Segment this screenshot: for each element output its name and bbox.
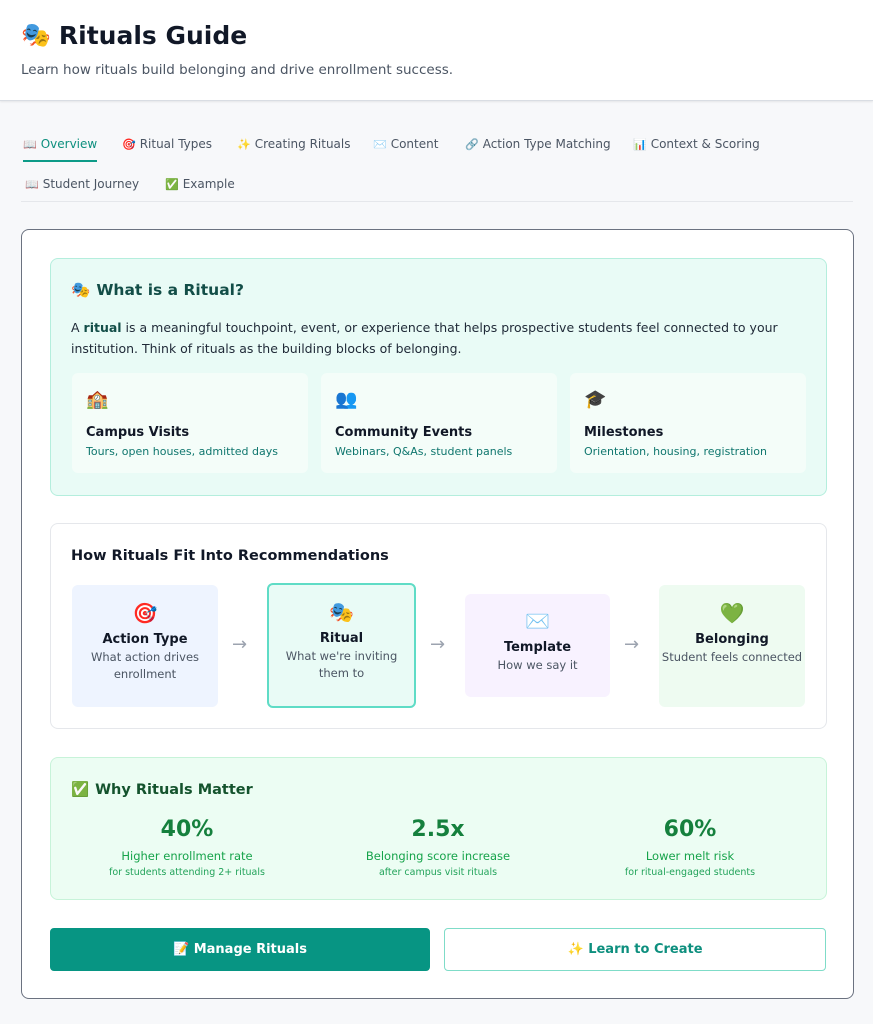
arrow-right-icon: → (430, 634, 446, 655)
tab-context-scoring[interactable]: 📊 Context & Scoring (633, 126, 760, 162)
people-icon: 👥 (335, 389, 358, 409)
tab-action-type-matching[interactable]: 🔗 Action Type Matching (465, 126, 611, 162)
graduation-cap-icon: 🎓 (584, 389, 607, 409)
step-desc: What action drives enrollment (90, 650, 200, 681)
ritual-category-card: 👥 Community Events Webinars, Q&As, stude… (321, 373, 557, 473)
tab-label: Example (182, 177, 235, 191)
stat-value: 60% (663, 817, 717, 842)
page-subtitle: Learn how rituals build belonging and dr… (21, 62, 454, 78)
stat-enrollment: 40% Higher enrollment rate for students … (62, 816, 312, 878)
tab-overview[interactable]: 📖 Overview (23, 126, 98, 162)
stat-value: 2.5x (411, 817, 465, 842)
section-heading: How Rituals Fit Into Recommendations (71, 548, 389, 564)
flow-step-belonging: 💚 Belonging Student feels connected (659, 585, 805, 707)
section-heading-text: Why Rituals Matter (95, 781, 253, 798)
sparkles-icon: ✨ (237, 138, 251, 151)
desc-text: is a meaningful touchpoint, event, or ex… (71, 320, 778, 356)
stat-melt-risk: 60% Lower melt risk for ritual-engaged s… (565, 816, 815, 878)
tab-ritual-types[interactable]: 🎯 Ritual Types (122, 126, 212, 162)
tab-label: Student Journey (42, 177, 140, 191)
section-heading: ✅ Why Rituals Matter (71, 781, 253, 799)
recommendations-flow-section: How Rituals Fit Into Recommendations 🎯 A… (50, 523, 827, 729)
tab-label: Action Type Matching (482, 137, 611, 151)
ritual-category-card: 🏫 Campus Visits Tours, open houses, admi… (72, 373, 308, 473)
theater-masks-icon: 🎭 (71, 281, 91, 299)
what-is-ritual-section: 🎭 What is a Ritual? A ritual is a meanin… (50, 258, 827, 496)
section-heading-text: What is a Ritual? (96, 281, 244, 299)
flow-step-action-type: 🎯 Action Type What action drives enrollm… (72, 585, 218, 707)
check-icon: ✅ (71, 782, 90, 798)
page-title-text: Rituals Guide (58, 21, 248, 50)
tab-content[interactable]: ✉️ Content (373, 126, 438, 162)
stat-sub: for ritual-engaged students (624, 867, 756, 878)
card-desc: Orientation, housing, registration (584, 445, 767, 458)
learn-to-create-button[interactable]: ✨ Learn to Create (444, 928, 826, 971)
step-title: Ritual (319, 631, 364, 646)
button-label: Manage Rituals (193, 942, 307, 957)
envelope-icon: ✉️ (525, 609, 550, 633)
stat-value: 40% (160, 817, 214, 842)
ritual-category-card: 🎓 Milestones Orientation, housing, regis… (570, 373, 806, 473)
page-title: 🎭 Rituals Guide (21, 20, 247, 52)
book-icon: 📖 (25, 178, 39, 191)
stat-label: Lower melt risk (645, 849, 735, 863)
target-icon: 🎯 (132, 601, 158, 625)
bar-chart-icon: 📊 (633, 138, 647, 151)
step-desc: What we're inviting them to (285, 649, 398, 680)
card-title: Community Events (335, 425, 473, 440)
step-title: Action Type (102, 632, 188, 647)
step-desc: Student feels connected (661, 650, 803, 664)
theater-masks-icon: 🎭 (329, 600, 354, 624)
step-title: Belonging (695, 632, 769, 647)
card-desc: Webinars, Q&As, student panels (335, 445, 513, 458)
desc-text: A (71, 320, 84, 335)
theater-masks-icon: 🎭 (21, 22, 51, 49)
button-label: Learn to Create (588, 942, 703, 957)
why-rituals-matter-section: ✅ Why Rituals Matter 40% Higher enrollme… (50, 757, 827, 900)
stat-belonging: 2.5x Belonging score increase after camp… (313, 816, 563, 878)
manage-rituals-button[interactable]: 📝 Manage Rituals (50, 928, 430, 971)
memo-icon: 📝 (172, 942, 190, 957)
section-heading: 🎭 What is a Ritual? (71, 281, 244, 299)
desc-bold: ritual (83, 320, 122, 335)
book-icon: 📖 (23, 138, 37, 151)
flow-step-template: ✉️ Template How we say it (465, 594, 610, 697)
tab-label: Ritual Types (139, 137, 213, 151)
overview-panel: 🎭 What is a Ritual? A ritual is a meanin… (21, 229, 854, 999)
tab-label: Overview (40, 137, 98, 151)
card-title: Milestones (584, 425, 664, 440)
tab-example[interactable]: ✅ Example (165, 166, 235, 202)
page-header: 🎭 Rituals Guide Learn how rituals build … (0, 0, 873, 101)
card-title: Campus Visits (86, 425, 190, 440)
check-icon: ✅ (165, 178, 179, 191)
tab-student-journey[interactable]: 📖 Student Journey (25, 166, 139, 202)
arrow-right-icon: → (232, 634, 248, 655)
stat-label: Belonging score increase (365, 849, 511, 863)
step-title: Template (503, 640, 572, 655)
envelope-icon: ✉️ (373, 138, 387, 151)
tab-label: Content (390, 137, 439, 151)
link-icon: 🔗 (465, 138, 479, 151)
stat-label: Higher enrollment rate (121, 849, 253, 863)
sparkles-icon: ✨ (567, 942, 584, 957)
tab-bar: 📖 Overview 🎯 Ritual Types ✨ Creating Ritual… (21, 125, 853, 202)
tab-creating-rituals[interactable]: ✨ Creating Rituals (237, 126, 351, 162)
stat-sub: after campus visit rituals (378, 867, 498, 878)
flow-step-ritual: 🎭 Ritual What we're inviting them to (267, 583, 416, 708)
arrow-right-icon: → (624, 634, 640, 655)
tab-label: Context & Scoring (650, 137, 760, 151)
tab-label: Creating Rituals (254, 137, 351, 151)
step-desc: How we say it (497, 658, 578, 672)
stat-sub: for students attending 2+ rituals (109, 867, 265, 878)
card-desc: Tours, open houses, admitted days (86, 445, 278, 458)
target-icon: 🎯 (122, 138, 136, 151)
school-icon: 🏫 (86, 389, 109, 409)
ritual-description: A ritual is a meaningful touchpoint, eve… (71, 317, 816, 359)
green-heart-icon: 💚 (719, 601, 745, 625)
